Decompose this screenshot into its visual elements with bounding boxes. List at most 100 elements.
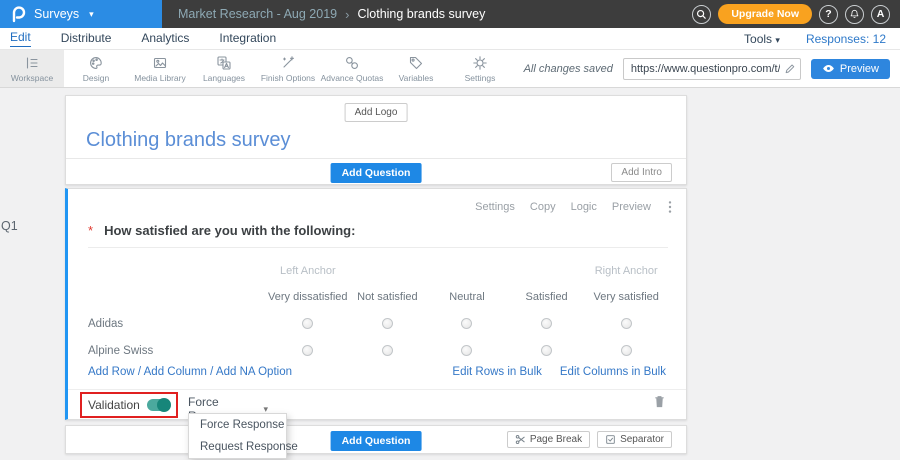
right-anchor-label[interactable]: Right Anchor [586,259,666,283]
add-row-link[interactable]: Add Row [88,366,135,378]
save-status: All changes saved [523,62,613,75]
question-copy-link[interactable]: Copy [530,201,556,213]
tool-workspace[interactable]: Workspace [0,50,64,87]
upgrade-now-button[interactable]: Upgrade Now [718,4,812,24]
column-header[interactable]: Neutral [427,283,507,310]
chain-icon [346,56,358,69]
radio-button[interactable] [461,318,473,329]
top-bar: Surveys ▾ Market Research - Aug 2019 › C… [0,0,900,28]
left-anchor-label[interactable]: Left Anchor [268,259,348,283]
bulk-edit-links: Edit Rows in Bulk Edit Columns in Bulk [452,366,666,378]
radio-button[interactable] [302,318,314,329]
dropdown-option-request-response[interactable]: Request Response [189,436,298,458]
brand-area[interactable]: Surveys ▾ [0,0,162,28]
survey-url-input[interactable] [622,57,801,80]
notifications-button[interactable] [845,4,864,24]
trash-icon [655,396,664,408]
row-label[interactable]: Adidas [88,310,268,337]
separator-button[interactable]: Separator [597,431,672,448]
tool-finish-options[interactable]: Finish Options [256,50,320,87]
radio-button[interactable] [302,345,314,356]
survey-canvas: Q1 Add Logo Clothing brands survey Add Q… [0,88,900,460]
chevron-down-icon: ▾ [775,34,780,45]
validation-label: Validation [88,398,140,412]
tool-languages[interactable]: Languages [192,50,256,87]
nav-tab-distribute[interactable]: Distribute [61,31,112,47]
questionpro-logo-icon [10,5,26,23]
radio-button[interactable] [381,345,393,356]
scissors-icon [515,434,525,445]
delete-question-button[interactable] [653,394,666,409]
wand-icon [282,55,295,68]
page-footer-card: Add Question Page Break Separator [65,425,687,454]
row-label[interactable]: Alpine Swiss [88,337,268,364]
radio-button[interactable] [461,345,473,356]
survey-url-box [622,57,801,80]
nav-tab-edit[interactable]: Edit [10,30,31,47]
gear-icon [473,55,487,70]
tool-media-library[interactable]: Media Library [128,50,192,87]
eye-icon [822,64,834,73]
breadcrumb-folder[interactable]: Market Research - Aug 2019 [178,7,337,21]
question-settings-link[interactable]: Settings [475,201,515,213]
palette-icon [90,56,102,69]
edit-url-icon[interactable] [784,62,796,75]
add-question-button-top[interactable]: Add Question [330,163,422,183]
tool-advance-quotas[interactable]: Advance Quotas [320,50,384,87]
preview-button[interactable]: Preview [810,58,890,79]
page-break-button[interactable]: Page Break [506,431,591,448]
matrix-grid: Left Anchor Right Anchor Very dissatisfi… [88,259,666,364]
validation-highlight-box: Validation [80,392,178,418]
required-marker: * [88,223,94,238]
question-logic-link[interactable]: Logic [571,201,597,213]
chevron-down-icon: ▾ [89,8,94,19]
tools-menu[interactable]: Tools ▾ [744,32,780,46]
translate-icon [217,55,231,70]
bell-icon [850,9,859,18]
responses-count[interactable]: Responses: 12 [806,32,886,46]
radio-button[interactable] [620,345,632,356]
radio-button[interactable] [541,318,553,329]
question-preview-link[interactable]: Preview [612,201,651,213]
add-intro-button[interactable]: Add Intro [611,163,672,182]
radio-button[interactable] [541,345,553,356]
add-column-link[interactable]: Add Column [144,366,207,378]
topbar-actions: Upgrade Now ? A [692,4,900,24]
question-text-row: * How satisfied are you with the followi… [88,223,668,248]
avatar[interactable]: A [871,4,890,24]
survey-title[interactable]: Clothing brands survey [86,129,291,152]
column-header[interactable]: Not satisfied [348,283,428,310]
help-button[interactable]: ? [819,4,838,24]
kebab-menu-icon[interactable] [666,200,674,214]
validation-bar: Validation Force Response ▾ [68,389,686,427]
survey-nav: Edit Distribute Analytics Integration To… [0,28,900,50]
add-question-row: Add Question Add Intro [66,158,686,184]
product-switcher-label[interactable]: Surveys [34,7,79,21]
validation-toggle[interactable] [146,398,171,412]
radio-button[interactable] [381,318,393,329]
nav-tab-integration[interactable]: Integration [219,31,276,47]
nav-tab-analytics[interactable]: Analytics [141,31,189,47]
column-header[interactable]: Very satisfied [586,283,666,310]
image-icon [153,57,167,68]
radio-button[interactable] [620,318,632,329]
tool-design[interactable]: Design [64,50,128,87]
survey-header-card: Add Logo Clothing brands survey Add Ques… [65,95,687,185]
tag-icon [409,56,423,69]
workspace-icon [26,56,38,69]
column-header[interactable]: Satisfied [507,283,587,310]
tool-variables[interactable]: Variables [384,50,448,87]
dropdown-option-force-response[interactable]: Force Response [189,414,286,436]
question-number: Q1 [1,219,18,233]
tool-settings[interactable]: Settings [448,50,512,87]
question-text[interactable]: How satisfied are you with the following… [104,223,355,238]
edit-columns-bulk-link[interactable]: Edit Columns in Bulk [560,366,666,378]
add-logo-button[interactable]: Add Logo [344,103,408,122]
add-na-option-link[interactable]: Add NA Option [216,366,292,378]
add-question-button-bottom[interactable]: Add Question [330,431,422,451]
question-card: Settings Copy Logic Preview * How satisf… [65,188,687,427]
question-actions: Settings Copy Logic Preview [475,200,674,214]
column-header[interactable]: Very dissatisfied [268,283,348,310]
edit-rows-bulk-link[interactable]: Edit Rows in Bulk [452,366,541,378]
search-button[interactable] [692,4,712,24]
